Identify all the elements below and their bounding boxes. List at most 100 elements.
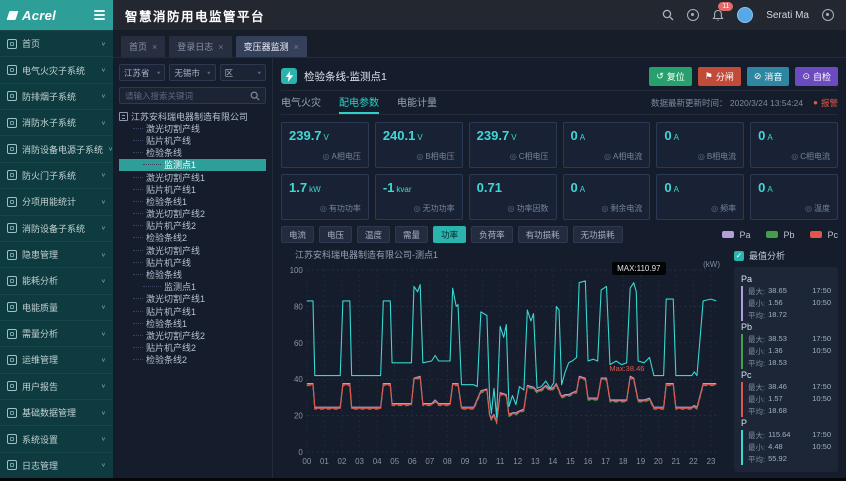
sidebar-item-energy-analysis[interactable]: 能耗分析∨ <box>0 267 113 293</box>
chart-filter-功率[interactable]: 功率 <box>433 226 466 243</box>
close-icon[interactable]: × <box>152 42 157 52</box>
sidebar-item-fire-door[interactable]: 防火门子系统∨ <box>0 162 113 188</box>
chart-filter-电压[interactable]: 电压 <box>319 226 352 243</box>
help-icon[interactable] <box>687 9 699 21</box>
sidebar-item-base-data[interactable]: 基础数据管理∨ <box>0 399 113 425</box>
sidebar-item-smoke-exhaust[interactable]: 防排烟子系统∨ <box>0 83 113 109</box>
district-select[interactable]: 区▾ <box>220 64 266 81</box>
avatar[interactable] <box>737 7 753 23</box>
chart-filter-有功损耗[interactable]: 有功损耗 <box>518 226 568 243</box>
chart-filter-电流[interactable]: 电流 <box>281 226 314 243</box>
param-tab-配电参数[interactable]: 配电参数 <box>339 91 379 114</box>
tree-node[interactable]: 检验条线1 <box>119 317 266 329</box>
close-icon[interactable]: × <box>294 42 299 52</box>
tree-guide <box>133 213 143 214</box>
close-icon[interactable]: × <box>218 42 223 52</box>
tree-node[interactable]: 贴片机产线1 <box>119 183 266 195</box>
metric-label: ◎B相电压 <box>416 151 454 162</box>
tree-guide <box>133 359 143 360</box>
tree-node[interactable]: 激光切割产线2 <box>119 208 266 220</box>
sidebar-item-fire-power[interactable]: 消防设备电源子系统∨ <box>0 135 113 161</box>
menu-collapse-icon[interactable] <box>94 10 105 20</box>
sidebar-item-electric-fire[interactable]: 电气火灾子系统∨ <box>0 56 113 82</box>
lightning-icon <box>281 68 297 84</box>
tree-node[interactable]: 贴片机产线1 <box>119 305 266 317</box>
sidebar-item-fire-water[interactable]: 消防水子系统∨ <box>0 109 113 135</box>
tree-node[interactable]: 激光切割产线1 <box>119 171 266 183</box>
svg-text:05: 05 <box>390 457 399 466</box>
city-select[interactable]: 无锡市▾ <box>169 64 215 81</box>
chart-filter-需量[interactable]: 需量 <box>395 226 428 243</box>
acrel-logo-icon <box>7 11 19 20</box>
tab-登录日志[interactable]: 登录日志× <box>169 36 231 57</box>
chart-filter-负荷率[interactable]: 负荷率 <box>471 226 513 243</box>
search-icon[interactable] <box>662 9 674 21</box>
chart-filter-温度[interactable]: 温度 <box>357 226 390 243</box>
checkbox-checked-icon[interactable]: ✓ <box>734 251 744 261</box>
metric-icon: ◎ <box>323 152 330 161</box>
消音-button[interactable]: ⊘消音 <box>747 67 790 86</box>
tree-node[interactable]: 贴片机产线 <box>119 134 266 146</box>
tree-node[interactable]: 贴片机产线 <box>119 256 266 268</box>
复位-button[interactable]: ↺复位 <box>649 67 692 86</box>
metric-value: 1.7kW <box>289 180 361 195</box>
chart-row: 江苏安科瑞电器制造有限公司-测点1 (kW) 02040608010000010… <box>281 245 838 478</box>
metric-value: 0A <box>758 128 830 143</box>
tree-node[interactable]: 激光切割产线 <box>119 122 266 134</box>
tree-node[interactable]: 监测点1 <box>119 159 266 171</box>
metric-value: 0A <box>571 180 643 195</box>
tree-node[interactable]: 检验条线2 <box>119 354 266 366</box>
search-icon[interactable] <box>250 91 260 101</box>
sidebar-item-fire-equipment[interactable]: 消防设备子系统∨ <box>0 215 113 241</box>
分闸-button[interactable]: ⚑分闸 <box>698 67 741 86</box>
legend-item-Pc[interactable]: Pc <box>810 230 838 240</box>
chart-filter-无功损耗[interactable]: 无功损耗 <box>573 226 623 243</box>
sidebar-item-power-quality[interactable]: 电能质量∨ <box>0 294 113 320</box>
notification-bell-icon[interactable]: 11 <box>712 9 724 22</box>
param-tab-电气火灾[interactable]: 电气火灾 <box>281 91 321 114</box>
legend-item-Pb[interactable]: Pb <box>766 230 794 240</box>
metric-card-A相电流: 0A◎A相电流 <box>563 122 651 168</box>
tree-node[interactable]: 贴片机产线2 <box>119 220 266 232</box>
tab-首页[interactable]: 首页× <box>121 36 165 57</box>
sidebar-item-energy-stat[interactable]: 分项用能统计∨ <box>0 188 113 214</box>
tree-node[interactable]: 检验条线2 <box>119 232 266 244</box>
search-input[interactable] <box>125 91 246 101</box>
metric-value: 240.1V <box>383 128 455 143</box>
sidebar-item-hazard[interactable]: 隐患管理∨ <box>0 241 113 267</box>
sidebar-nav: 首页∨电气火灾子系统∨防排烟子系统∨消防水子系统∨消防设备电源子系统∨防火门子系… <box>0 30 113 478</box>
sidebar-item-home[interactable]: 首页∨ <box>0 30 113 56</box>
sidebar-item-ops[interactable]: 运维管理∨ <box>0 346 113 372</box>
tree-node[interactable]: 激光切割产线2 <box>119 329 266 341</box>
chevron-down-icon: ∨ <box>101 383 106 389</box>
tree-guide <box>133 140 143 141</box>
tab-label: 变压器监测 <box>244 40 289 53</box>
tab-变压器监测[interactable]: 变压器监测 × <box>236 36 307 57</box>
max-analysis-toggle[interactable]: ✓ 最值分析 <box>734 249 838 262</box>
tree-root[interactable]: 江苏安科瑞电器制造有限公司 <box>119 110 266 122</box>
metric-icon: ◎ <box>711 204 718 213</box>
tree-node[interactable]: 激光切割产线 <box>119 244 266 256</box>
自检-button[interactable]: ⊙自检 <box>795 67 838 86</box>
sidebar-item-settings[interactable]: 系统设置∨ <box>0 425 113 451</box>
tree-node[interactable]: 激光切割产线1 <box>119 293 266 305</box>
tree-node[interactable]: 贴片机产线2 <box>119 342 266 354</box>
sidebar-item-log[interactable]: 日志管理∨ <box>0 452 113 478</box>
chevron-down-icon: ∨ <box>101 40 106 46</box>
settings-globe-icon[interactable] <box>822 9 834 21</box>
region-selects: 江苏省▾ 无锡市▾ 区▾ <box>119 64 266 81</box>
legend-item-Pa[interactable]: Pa <box>722 230 750 240</box>
metric-value: 0A <box>758 180 830 195</box>
param-tab-电能计量[interactable]: 电能计量 <box>397 91 437 114</box>
tree-node[interactable]: 检验条线 <box>119 147 266 159</box>
sidebar-item-report[interactable]: 用户报告∨ <box>0 373 113 399</box>
chevron-down-icon: ∨ <box>101 278 106 284</box>
sidebar-item-demand-analysis[interactable]: 需量分析∨ <box>0 320 113 346</box>
tree-node[interactable]: 检验条线 <box>119 268 266 280</box>
tree-node[interactable]: 监测点1 <box>119 281 266 293</box>
svg-text:14: 14 <box>548 457 557 466</box>
metric-card-C相电压: 239.7V◎C相电压 <box>469 122 557 168</box>
province-select[interactable]: 江苏省▾ <box>119 64 165 81</box>
tree-node[interactable]: 检验条线1 <box>119 195 266 207</box>
fire-door-icon <box>7 170 17 180</box>
